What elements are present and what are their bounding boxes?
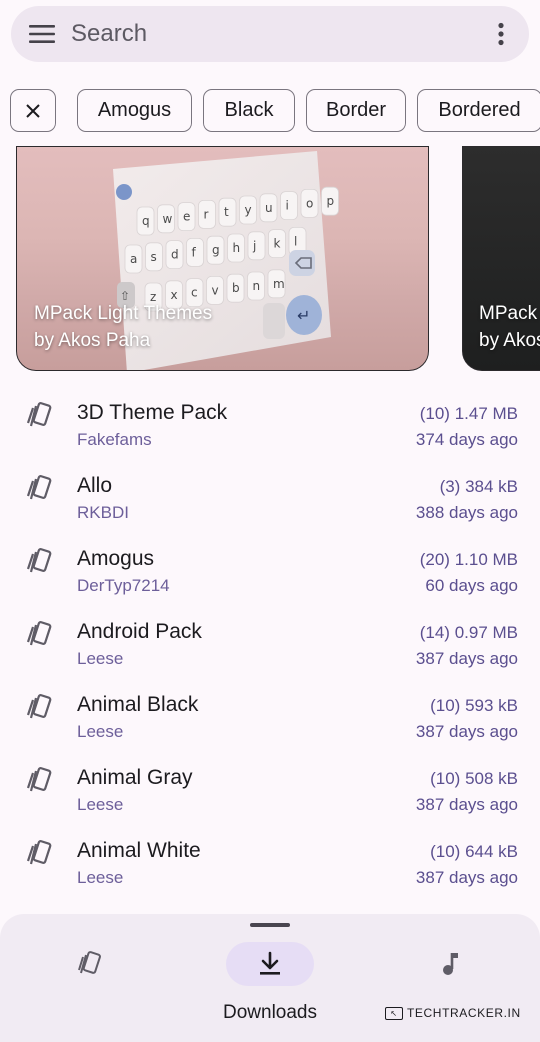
theme-size: (10) 1.47 MB [419, 404, 518, 423]
theme-name: Android Pack [77, 620, 202, 643]
theme-author: Fakefams [77, 430, 152, 449]
watermark-text: TECHTRACKER.IN [407, 1006, 521, 1020]
theme-size: (20) 1.10 MB [419, 550, 518, 569]
theme-date: 387 days ago [415, 722, 518, 741]
keyboard-key-label: q [142, 214, 150, 228]
keyboard-key-label: r [204, 207, 209, 221]
close-icon [26, 103, 40, 118]
theme-name: Amogus [77, 547, 155, 570]
theme-date: 387 days ago [415, 795, 518, 814]
theme-name: Animal Gray [77, 766, 193, 789]
theme-author: RKBDI [77, 503, 129, 522]
featured-title: MPack Light Themes [34, 303, 213, 324]
clear-filters-button[interactable] [10, 89, 56, 132]
search-input[interactable] [69, 20, 473, 48]
keyboard-key-label: h [233, 241, 241, 255]
theme-name: Animal White [77, 839, 201, 862]
keyboard-key-label: y [245, 203, 252, 217]
svg-text:↵: ↵ [297, 306, 310, 325]
theme-row[interactable]: Allo RKBDI (3) 384 kB 388 days ago [0, 458, 540, 531]
theme-date: 60 days ago [425, 576, 518, 595]
theme-row[interactable]: Animal Black Leese (10) 593 kB 387 days ago [0, 677, 540, 750]
keyboard-key-label: m [273, 277, 285, 291]
keyboard-key-label: a [130, 252, 137, 266]
nav-downloads[interactable]: Downloads [190, 942, 350, 1032]
hamburger-menu-icon[interactable] [11, 6, 69, 62]
keyboard-key-label: b [232, 281, 240, 295]
keyboard-key-label: w [163, 212, 173, 226]
theme-row[interactable]: Animal White Leese (10) 644 kB 387 days ago [0, 823, 540, 896]
theme-name: 3D Theme Pack [77, 401, 228, 424]
drag-handle[interactable] [250, 923, 290, 927]
theme-size: (10) 644 kB [430, 842, 518, 861]
keyboard-key [247, 231, 266, 261]
featured-card[interactable]: MPack by Akos [462, 146, 540, 371]
keyboard-key-label: i [286, 199, 289, 213]
theme-pack-icon [22, 399, 56, 433]
theme-date: 374 days ago [415, 430, 518, 449]
keyboard-key-label: c [191, 286, 198, 300]
featured-author: by Akos Paha [34, 330, 151, 351]
featured-carousel[interactable]: qwertyuiopasdfghjklzxcvbnm ↵ ⇧ MPack Lig… [0, 146, 540, 372]
chip-border[interactable]: Border [306, 89, 406, 132]
keyboard-key-label: d [171, 248, 179, 262]
theme-cards-icon [78, 951, 101, 974]
theme-author: Leese [77, 722, 124, 741]
chip-black[interactable]: Black [203, 89, 295, 132]
download-icon [260, 951, 280, 975]
keyboard-key-label: j [252, 239, 256, 253]
search-bar[interactable] [11, 6, 529, 62]
keyboard-key-label: o [306, 196, 313, 210]
theme-author: DerTyp7214 [77, 576, 170, 595]
nav-downloads-label: Downloads [223, 1002, 317, 1023]
theme-row[interactable]: 3D Theme Pack Fakefams (10) 1.47 MB 374 day… [0, 385, 540, 458]
keyboard-key [280, 191, 298, 220]
keyboard-key-label: e [183, 210, 190, 224]
theme-row[interactable]: Animal Gray Leese (10) 508 kB 387 days ago [0, 750, 540, 823]
theme-date: 387 days ago [415, 868, 518, 887]
watermark-logo-icon: ↖ [385, 1006, 403, 1020]
theme-size: (3) 384 kB [439, 477, 518, 496]
theme-list: 3D Theme Pack Fakefams (10) 1.47 MB 374 day… [0, 385, 540, 896]
featured-author: by Akos [479, 330, 540, 351]
featured-caption: MPack Light Themes by Akos Paha [34, 300, 212, 354]
theme-author: Leese [77, 868, 124, 887]
theme-size: (10) 593 kB [430, 696, 518, 715]
theme-pack-icon [22, 837, 56, 871]
theme-row[interactable]: Amogus DerTyp7214 (20) 1.10 MB 60 days ago [0, 531, 540, 604]
filter-chips: Amogus Black Border Bordered [0, 88, 540, 134]
chip-bordered[interactable]: Bordered [417, 89, 540, 132]
music-note-icon [443, 953, 458, 975]
keyboard-key-label: s [151, 250, 157, 264]
theme-name: Allo [77, 474, 113, 497]
theme-author: Leese [77, 795, 124, 814]
featured-caption: MPack by Akos [479, 300, 540, 354]
keyboard-key-label: g [212, 243, 220, 257]
watermark: ↖ TECHTRACKER.IN [385, 1003, 521, 1023]
more-vert-icon[interactable] [473, 6, 529, 62]
theme-row[interactable]: Android Pack Leese (14) 0.97 MB 387 days ag… [0, 604, 540, 677]
theme-size: (10) 508 kB [430, 769, 518, 788]
keyboard-key-label: k [274, 237, 281, 251]
theme-pack-icon [22, 618, 56, 652]
featured-card[interactable]: qwertyuiopasdfghjklzxcvbnm ↵ ⇧ MPack Lig… [16, 146, 429, 371]
keyboard-key-label: t [224, 205, 229, 219]
keyboard-key-label: l [294, 234, 297, 248]
theme-pack-icon [22, 545, 56, 579]
theme-pack-icon [22, 691, 56, 725]
featured-title: MPack [479, 303, 538, 324]
theme-date: 388 days ago [415, 503, 518, 522]
nav-themes[interactable] [9, 942, 169, 1032]
keyboard-key-label: n [253, 279, 261, 293]
keyboard-key-label: p [327, 194, 335, 208]
chip-amogus[interactable]: Amogus [77, 89, 192, 132]
theme-pack-icon [22, 472, 56, 506]
keyboard-key-label: u [265, 201, 273, 215]
theme-name: Animal Black [77, 693, 199, 716]
keyboard-key-label: v [212, 283, 219, 297]
theme-pack-icon [22, 764, 56, 798]
theme-author: Leese [77, 649, 124, 668]
theme-size: (14) 0.97 MB [419, 623, 518, 642]
theme-date: 387 days ago [415, 649, 518, 668]
